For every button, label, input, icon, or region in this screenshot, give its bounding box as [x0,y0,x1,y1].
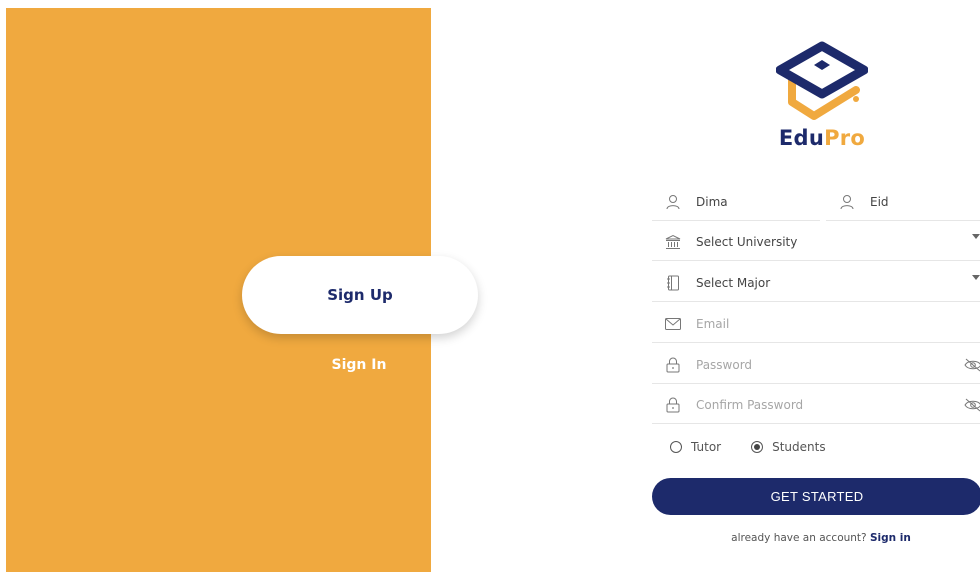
brand-wordmark: EduPro [772,126,872,150]
confirm-password-field[interactable]: Confirm Password [652,386,980,424]
user-icon [838,193,856,211]
user-icon [664,193,682,211]
mail-icon [664,315,682,333]
sign-in-prompt-text: already have an account? [731,532,867,544]
tutor-radio[interactable] [670,441,682,453]
students-radio-label[interactable]: Students [772,440,826,454]
role-radio-group: Tutor Students [670,440,856,454]
tutor-radio-label[interactable]: Tutor [691,440,721,454]
major-select[interactable]: Select Major [652,264,980,302]
university-value: Select University [696,234,798,249]
graduation-cap-icon [776,41,868,120]
last-name-field[interactable]: Eid [826,183,980,221]
major-value: Select Major [696,275,771,290]
sign-in-link[interactable]: Sign in [870,532,911,544]
password-field[interactable]: Password [652,346,980,384]
confirm-password-input[interactable]: Confirm Password [696,398,803,412]
lock-icon [664,396,682,414]
eye-off-icon[interactable] [964,357,980,376]
email-input[interactable]: Email [696,317,729,331]
university-icon [664,233,682,251]
sign-up-tab-button[interactable]: Sign Up [242,256,478,334]
last-name-value: Eid [870,194,889,209]
brand-name-primary: Edu [778,126,825,150]
chevron-down-icon [972,234,980,258]
sign-in-prompt: already have an account? Sign in [652,532,980,544]
first-name-value: Dima [696,194,728,209]
lock-icon [664,356,682,374]
brand-logo: EduPro [772,40,872,150]
get-started-button[interactable]: GET STARTED [652,478,980,515]
email-field[interactable]: Email [652,305,980,343]
university-select[interactable]: Select University [652,223,980,261]
notebook-icon [664,274,682,292]
brand-name-secondary: Pro [824,126,866,150]
students-radio[interactable] [751,441,764,453]
eye-off-icon[interactable] [964,397,980,416]
sign-in-tab-link[interactable]: Sign In [300,357,418,373]
chevron-down-icon [972,275,980,299]
first-name-field[interactable]: Dima [652,183,820,221]
password-input[interactable]: Password [696,358,752,372]
